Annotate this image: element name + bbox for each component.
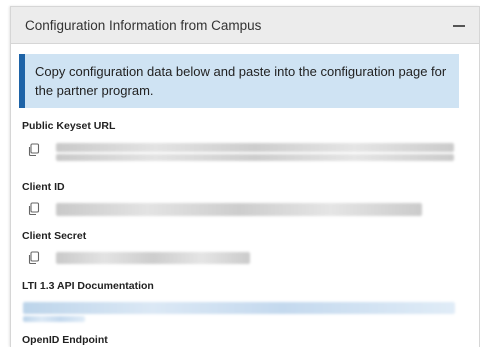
copy-icon[interactable] [27, 143, 41, 157]
minus-icon[interactable] [451, 17, 467, 33]
openid-endpoint-field: OpenID Endpoint [19, 334, 472, 346]
lti-api-documentation-link[interactable] [23, 302, 455, 314]
client-secret-value [56, 252, 250, 264]
info-banner-text: Copy configuration data below and paste … [35, 64, 447, 98]
copy-icon[interactable] [27, 251, 41, 265]
lti-api-documentation-link-line2[interactable] [23, 316, 85, 322]
public-keyset-url-label: Public Keyset URL [22, 120, 116, 132]
client-secret-label: Client Secret [22, 230, 87, 242]
public-keyset-url-value [56, 142, 454, 152]
public-keyset-url-value-line2 [56, 154, 454, 161]
panel-body: Copy configuration data below and paste … [11, 44, 479, 346]
client-id-field: Client ID [19, 181, 472, 216]
info-banner: Copy configuration data below and paste … [19, 54, 459, 108]
configuration-panel: Configuration Information from Campus Co… [10, 6, 480, 347]
panel-title: Configuration Information from Campus [25, 17, 262, 33]
lti-api-documentation-label: LTI 1.3 API Documentation [22, 280, 154, 292]
public-keyset-url-field: Public Keyset URL [19, 120, 472, 161]
lti-api-documentation-field: LTI 1.3 API Documentation [19, 280, 472, 322]
openid-endpoint-label: OpenID Endpoint [22, 334, 108, 346]
client-id-label: Client ID [22, 181, 65, 193]
panel-header[interactable]: Configuration Information from Campus [11, 7, 479, 44]
client-secret-field: Client Secret [19, 230, 472, 265]
client-id-value [56, 202, 422, 216]
copy-icon[interactable] [27, 202, 41, 216]
